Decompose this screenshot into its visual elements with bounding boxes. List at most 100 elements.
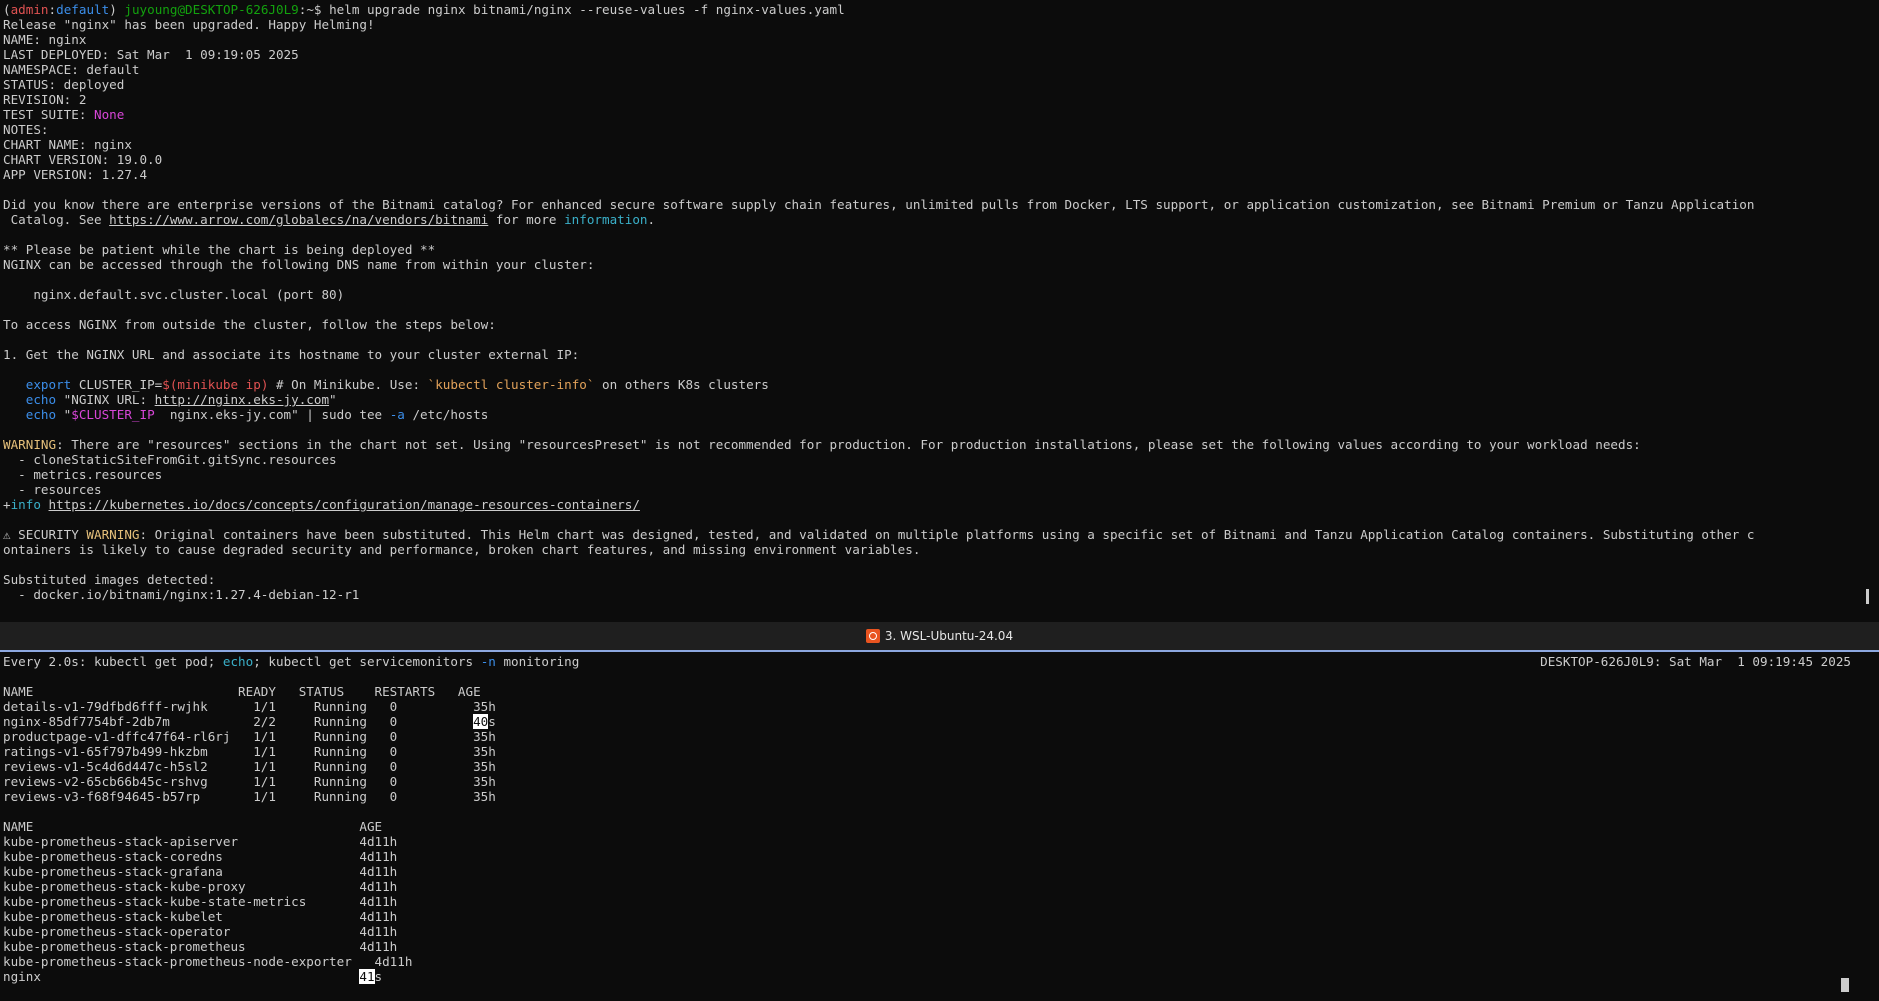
- watch-flag: -n: [480, 654, 496, 669]
- info-link[interactable]: https://kubernetes.io/docs/concepts/conf…: [49, 497, 640, 512]
- pod-row: reviews-v2-65cb66b45c-rshvg 1/1 Running …: [3, 774, 496, 789]
- warning-label: WARNING: [3, 437, 57, 452]
- output-line: STATUS: deployed: [3, 77, 125, 92]
- warning-item: - resources: [3, 482, 102, 497]
- echo-quote: ": [56, 407, 72, 422]
- scrollbar-thumb[interactable]: [1866, 589, 1869, 604]
- pane-title: 3. WSL-Ubuntu-24.04: [884, 629, 1014, 643]
- prompt-line: (admin:default) juyoung@DESKTOP-626J0L9:…: [3, 2, 1859, 17]
- watch-cmd-mid: ; kubectl get servicemonitors: [253, 654, 481, 669]
- security-warning-label: WARNING: [86, 527, 140, 542]
- catalog-end: .: [647, 212, 656, 227]
- catalog-link[interactable]: https://www.arrow.com/globalecs/na/vendo…: [109, 212, 488, 227]
- sm-row: kube-prometheus-stack-kube-state-metrics…: [3, 894, 398, 909]
- warning-item: - metrics.resources: [3, 467, 163, 482]
- sm-row: kube-prometheus-stack-apiserver 4d11h: [3, 834, 398, 849]
- echo-var: $CLUSTER_IP: [71, 407, 155, 422]
- helm-output: (admin:default) juyoung@DESKTOP-626J0L9:…: [3, 2, 1859, 602]
- pane-title-bar[interactable]: 3. WSL-Ubuntu-24.04: [0, 622, 1879, 652]
- info-plus: +: [3, 497, 11, 512]
- output-line: CHART NAME: nginx: [3, 137, 132, 152]
- sm-row: kube-prometheus-stack-prometheus-node-ex…: [3, 954, 413, 969]
- nginx-pod-text: nginx-85df7754bf-2db7m 2/2 Running 0: [3, 714, 474, 729]
- info-label: info: [10, 497, 41, 512]
- output-line: APP VERSION: 1.27.4: [3, 167, 148, 182]
- prompt-ctx-close: ): [109, 2, 117, 17]
- nginx-sm-age-unit: s: [374, 969, 383, 984]
- export-line: export CLUSTER_IP=$(minikube ip) # On Mi…: [3, 377, 1859, 392]
- export-comment: # On Minikube. Use:: [268, 377, 428, 392]
- sm-row: kube-prometheus-stack-coredns 4d11h: [3, 849, 398, 864]
- output-line: NAME: nginx: [3, 32, 87, 47]
- echo-hosts-end: /etc/hosts: [404, 407, 489, 422]
- pod-row: details-v1-79dfbd6fff-rwjhk 1/1 Running …: [3, 699, 496, 714]
- security-warning-line: ⚠ SECURITY WARNING: Original containers …: [3, 527, 1859, 542]
- info-line: +info https://kubernetes.io/docs/concept…: [3, 497, 1859, 512]
- output-line: To access NGINX from outside the cluster…: [3, 317, 496, 332]
- output-line: Release "nginx" has been upgraded. Happy…: [3, 17, 375, 32]
- watch-echo: echo: [222, 654, 254, 669]
- output-line: NAMESPACE: default: [3, 62, 140, 77]
- sm-row: kube-prometheus-stack-operator 4d11h: [3, 924, 398, 939]
- security-warning-line-2: ontainers is likely to cause degraded se…: [3, 542, 921, 557]
- watch-header: Every 2.0s: kubectl get pod; echo; kubec…: [3, 654, 1879, 669]
- prompt-ctx-sep: :: [48, 2, 57, 17]
- watch-output: Every 2.0s: kubectl get pod; echo; kubec…: [3, 654, 1879, 984]
- export-subshell: $(minikube ip): [162, 377, 269, 392]
- helm-notes-header: NOTES: CHART NAME: nginx CHART VERSION: 19…: [3, 122, 1859, 197]
- echo-text: "NGINX URL:: [56, 392, 155, 407]
- nginx-pod-age-highlight: 40: [473, 714, 489, 729]
- catalog-info-word: information: [564, 212, 648, 227]
- pod-table-header: NAME READY STATUS RESTARTS AGE: [3, 684, 481, 699]
- nginx-pod-age-unit: s: [488, 714, 496, 729]
- bottom-terminal-pane[interactable]: Every 2.0s: kubectl get pod; echo; kubec…: [0, 652, 1879, 1001]
- test-suite-value: None: [94, 107, 125, 122]
- export-keyword: export: [3, 377, 72, 392]
- pod-row: ratings-v1-65f797b499-hkzbm 1/1 Running …: [3, 744, 496, 759]
- output-line: NGINX can be accessed through the follow…: [3, 257, 595, 272]
- output-line: nginx.default.svc.cluster.local (port 80…: [3, 287, 345, 302]
- output-line: REVISION: 2: [3, 92, 87, 107]
- substituted-image: - docker.io/bitnami/nginx:1.27.4-debian-…: [3, 587, 360, 602]
- catalog-mid: for more: [488, 212, 565, 227]
- prompt-ctx-user: admin: [10, 2, 49, 17]
- output-line: LAST DEPLOYED: Sat Mar 1 09:19:05 2025: [3, 47, 299, 62]
- catalog-line: Catalog. See https://www.arrow.com/globa…: [3, 212, 1859, 227]
- did-you-know-line: Did you know there are enterprise versio…: [3, 197, 1755, 212]
- output-line: CHART VERSION: 19.0.0: [3, 152, 163, 167]
- prompt-ctx-open: (: [3, 2, 11, 17]
- top-terminal-pane[interactable]: (admin:default) juyoung@DESKTOP-626J0L9:…: [0, 0, 1879, 622]
- export-tail: on others K8s clusters: [594, 377, 769, 392]
- warning-item: - cloneStaticSiteFromGit.gitSync.resourc…: [3, 452, 337, 467]
- sm-row: kube-prometheus-stack-kube-proxy 4d11h: [3, 879, 398, 894]
- catalog-pre: Catalog. See: [3, 212, 110, 227]
- output-line: 1. Get the NGINX URL and associate its h…: [3, 347, 580, 362]
- echo-end: ": [329, 392, 337, 407]
- sm-table-header: NAME AGE: [3, 819, 383, 834]
- helm-release-info: Release "nginx" has been upgraded. Happy…: [3, 17, 1859, 107]
- helm-command: helm upgrade nginx bitnami/nginx --reuse…: [321, 2, 845, 17]
- echo-keyword-2: echo: [3, 407, 57, 422]
- echo-keyword: echo: [3, 392, 57, 407]
- prompt-host: juyoung@DESKTOP-626J0L9: [124, 2, 299, 17]
- watch-cmd-pre: Every 2.0s: kubectl get pod;: [3, 654, 223, 669]
- nginx-sm-age-highlight: 41: [359, 969, 375, 984]
- ubuntu-icon: [865, 629, 880, 643]
- pod-row-nginx: nginx-85df7754bf-2db7m 2/2 Running 0 40s: [3, 714, 1879, 729]
- echo-hosts-text: nginx.eks-jy.com" | sudo tee: [154, 407, 390, 422]
- pod-row: productpage-v1-dffc47f64-rl6rj 1/1 Runni…: [3, 729, 496, 744]
- tee-flag: -a: [389, 407, 405, 422]
- export-var: CLUSTER_IP=: [71, 377, 163, 392]
- echo-url-line: echo "NGINX URL: http://nginx.eks-jy.com…: [3, 392, 1859, 407]
- export-cmd: `kubectl cluster-info`: [427, 377, 595, 392]
- helm-notes-body: ** Please be patient while the chart is …: [3, 227, 1859, 377]
- nginx-url-link[interactable]: http://nginx.eks-jy.com: [155, 392, 329, 407]
